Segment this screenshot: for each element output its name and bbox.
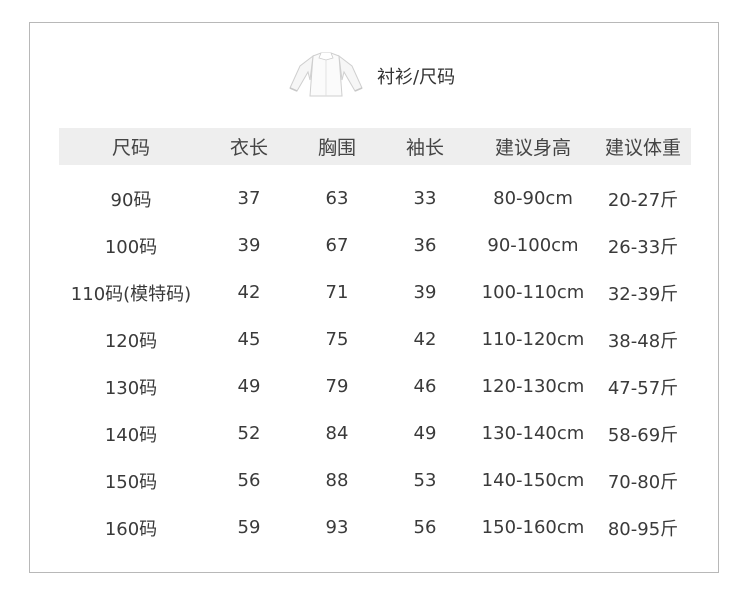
table-row: 160码 59 93 56 150-160cm 80-95斤 <box>59 504 691 551</box>
cell-sleeve: 36 <box>413 235 437 256</box>
cell-size: 130码 <box>104 377 158 399</box>
cell-chest: 67 <box>325 235 349 256</box>
page-title: 衬衫/尺码 <box>377 67 456 88</box>
cell-chest: 84 <box>325 423 349 444</box>
cell-size: 140码 <box>104 424 158 446</box>
cell-length: 42 <box>237 282 261 303</box>
size-table: 尺码 衣长 胸围 袖长 建议身高 建议体重 90码 37 63 33 80-90… <box>59 128 691 551</box>
cell-chest: 75 <box>325 329 349 350</box>
cell-sleeve: 33 <box>413 188 437 209</box>
table-header-row: 尺码 衣长 胸围 袖长 建议身高 建议体重 <box>59 128 691 165</box>
cell-weight: 32-39斤 <box>607 283 679 305</box>
cell-size: 160码 <box>104 518 158 540</box>
cell-size: 90码 <box>110 189 152 211</box>
cell-height: 100-110cm <box>481 282 585 303</box>
table-row: 150码 56 88 53 140-150cm 70-80斤 <box>59 457 691 504</box>
column-header-chest: 胸围 <box>317 137 356 159</box>
cell-length: 49 <box>237 376 261 397</box>
table-row: 110码(模特码) 42 71 39 100-110cm 32-39斤 <box>59 269 691 316</box>
cell-height: 120-130cm <box>481 376 585 397</box>
cell-length: 45 <box>237 329 261 350</box>
cell-height: 130-140cm <box>481 423 585 444</box>
column-header-sleeve: 袖长 <box>405 137 444 159</box>
cell-length: 37 <box>237 188 261 209</box>
table-row: 130码 49 79 46 120-130cm 47-57斤 <box>59 363 691 410</box>
size-chart-header: 衬衫/尺码 <box>0 0 750 110</box>
cell-sleeve: 56 <box>413 517 437 538</box>
cell-weight: 26-33斤 <box>607 236 679 258</box>
column-header-height: 建议身高 <box>494 137 571 159</box>
cell-chest: 71 <box>325 282 349 303</box>
cell-sleeve: 42 <box>413 329 437 350</box>
cell-chest: 93 <box>325 517 349 538</box>
cell-size: 150码 <box>104 471 158 493</box>
cell-weight: 58-69斤 <box>607 424 679 446</box>
cell-chest: 88 <box>325 470 349 491</box>
cell-weight: 20-27斤 <box>607 189 679 211</box>
cell-size: 100码 <box>104 236 158 258</box>
cell-size: 120码 <box>104 330 158 352</box>
column-header-size: 尺码 <box>111 137 150 159</box>
column-header-weight: 建议体重 <box>604 137 681 159</box>
cell-height: 140-150cm <box>481 470 585 491</box>
cell-sleeve: 39 <box>413 282 437 303</box>
cell-sleeve: 49 <box>413 423 437 444</box>
cell-weight: 70-80斤 <box>607 471 679 493</box>
cell-length: 52 <box>237 423 261 444</box>
cell-length: 59 <box>237 517 261 538</box>
cell-height: 110-120cm <box>481 329 585 350</box>
table-row: 140码 52 84 49 130-140cm 58-69斤 <box>59 410 691 457</box>
cell-height: 90-100cm <box>487 235 579 256</box>
column-header-length: 衣长 <box>229 137 268 159</box>
cell-weight: 80-95斤 <box>607 518 679 540</box>
cell-length: 56 <box>237 470 261 491</box>
cell-weight: 47-57斤 <box>607 377 679 399</box>
cell-chest: 79 <box>325 376 349 397</box>
shirt-icon <box>289 52 363 97</box>
table-row: 90码 37 63 33 80-90cm 20-27斤 <box>59 175 691 222</box>
cell-sleeve: 53 <box>413 470 437 491</box>
cell-length: 39 <box>237 235 261 256</box>
table-row: 120码 45 75 42 110-120cm 38-48斤 <box>59 316 691 363</box>
cell-chest: 63 <box>325 188 349 209</box>
cell-sleeve: 46 <box>413 376 437 397</box>
cell-weight: 38-48斤 <box>607 330 679 352</box>
cell-size: 110码(模特码) <box>70 283 192 305</box>
cell-height: 80-90cm <box>493 188 573 209</box>
table-body: 90码 37 63 33 80-90cm 20-27斤 100码 39 67 3… <box>59 175 691 551</box>
cell-height: 150-160cm <box>481 517 585 538</box>
table-row: 100码 39 67 36 90-100cm 26-33斤 <box>59 222 691 269</box>
